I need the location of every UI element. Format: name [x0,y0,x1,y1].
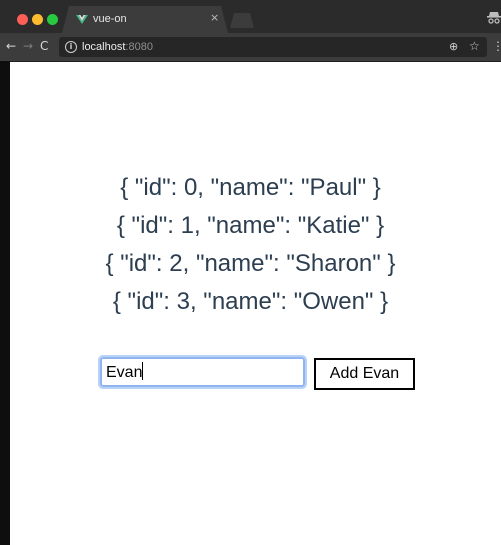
window-minimize-button[interactable] [32,14,43,25]
window-close-button[interactable] [17,14,28,25]
add-user-button[interactable]: Add Evan [314,358,415,390]
vue-favicon-icon [76,15,88,24]
info-icon[interactable]: i [65,41,77,53]
user-list-item: { "id": 1, "name": "Katie" } [116,212,385,239]
tab-close-icon[interactable]: × [210,12,219,24]
back-icon[interactable]: ← [6,39,16,53]
reload-icon[interactable]: C [40,39,48,53]
text-caret [142,362,144,380]
address-bar[interactable]: i localhost:8080 ⊕ ☆ [59,37,487,57]
kebab-menu-icon[interactable]: ⋮ [492,39,501,53]
browser-toolbar: ← → C i localhost:8080 ⊕ ☆ ⋮ [0,33,501,61]
user-list-item: { "id": 3, "name": "Owen" } [112,288,389,315]
url-text[interactable]: localhost:8080 [82,40,153,54]
forward-icon[interactable]: → [23,39,33,53]
tab-title: vue-on [93,13,127,25]
url-host: localhost [82,41,126,53]
name-input-value: Evan [106,364,143,381]
star-icon[interactable]: ☆ [469,39,480,53]
tab-strip: vue-on × [0,0,501,33]
window-maximize-button[interactable] [47,14,58,25]
new-tab-button[interactable] [230,13,254,28]
url-port: :8080 [125,41,153,53]
user-list-item: { "id": 0, "name": "Paul" } [120,174,381,201]
user-list-item: { "id": 2, "name": "Sharon" } [105,250,396,277]
browser-tab[interactable]: vue-on × [62,6,228,33]
name-input[interactable]: Evan [98,355,307,389]
zoom-icon[interactable]: ⊕ [449,40,458,54]
incognito-icon [487,12,501,24]
